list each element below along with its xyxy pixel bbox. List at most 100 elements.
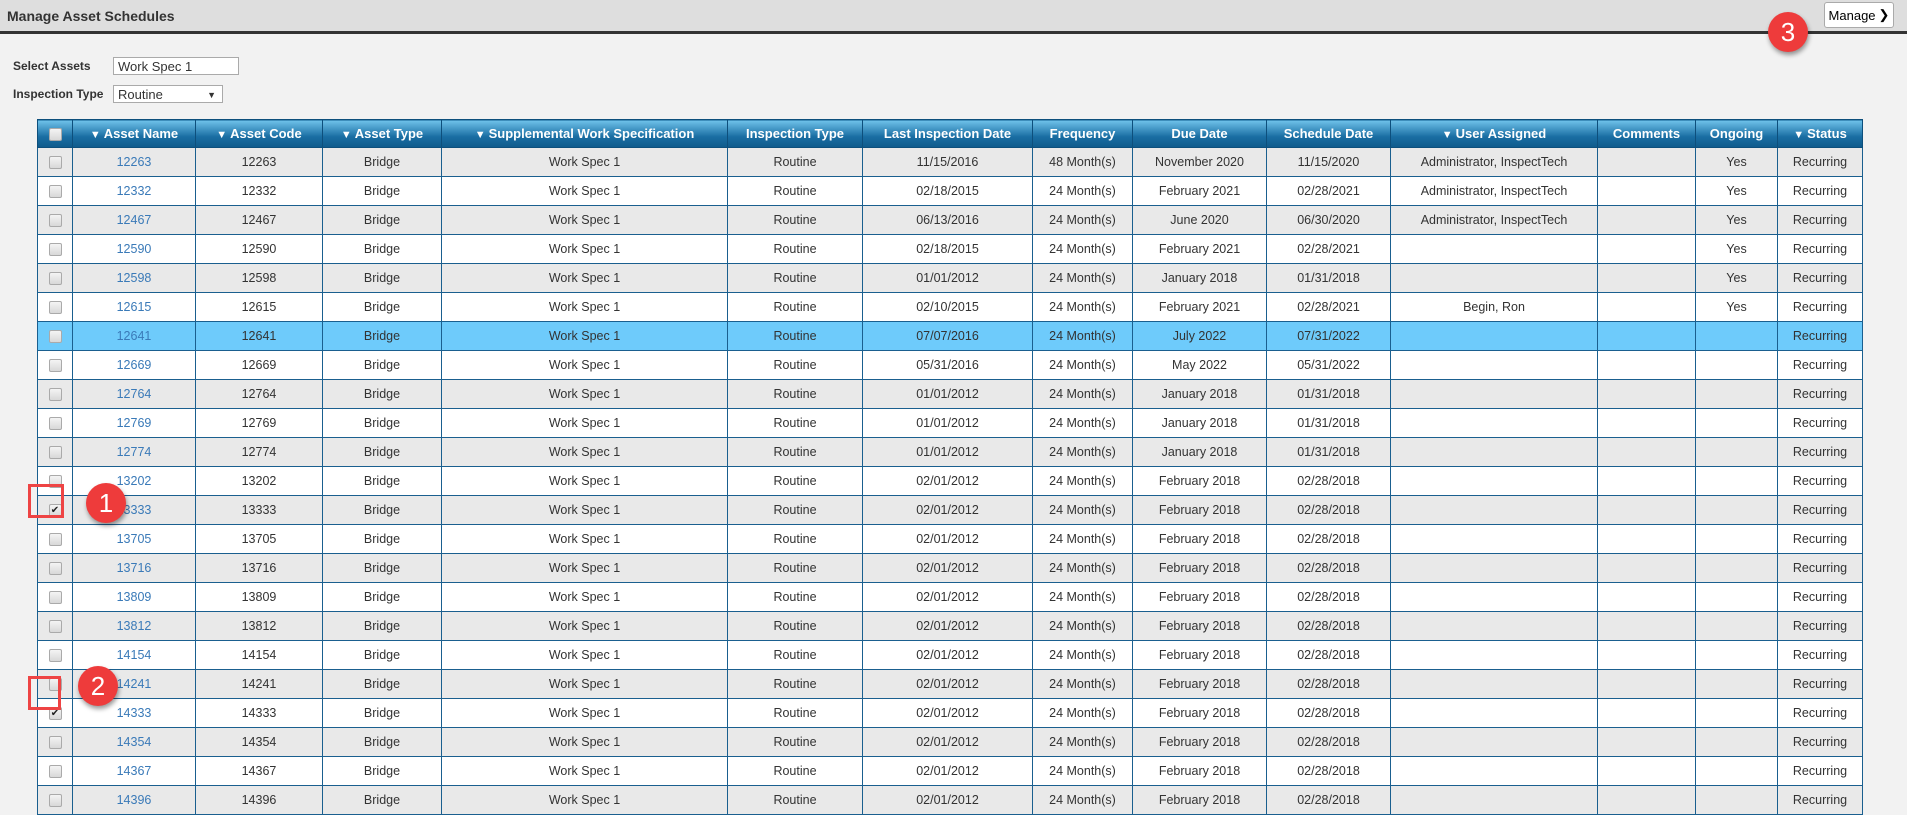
asset-name-link[interactable]: 14367 xyxy=(72,756,196,786)
column-header[interactable]: ▼ Asset Type xyxy=(322,119,442,148)
table-row[interactable]: 12641 12641 Bridge Work Spec 1 Routine 07/07/… xyxy=(37,321,1863,351)
table-cell: Work Spec 1 xyxy=(441,524,728,554)
column-header[interactable]: ▼ Supplemental Work Specification xyxy=(441,119,728,148)
manage-button[interactable]: Manage ❯ xyxy=(1824,2,1894,28)
asset-name-link[interactable]: 12598 xyxy=(72,263,196,293)
table-cell: 02/28/2018 xyxy=(1266,698,1391,728)
column-header[interactable]: ▼ Status xyxy=(1777,119,1863,148)
table-row[interactable]: 13705 13705 Bridge Work Spec 1 Routine 02/01/… xyxy=(37,524,1863,554)
table-row[interactable]: 13716 13716 Bridge Work Spec 1 Routine 02/01/… xyxy=(37,553,1863,583)
column-header[interactable]: Ongoing xyxy=(1695,119,1778,148)
table-row[interactable]: 14241 14241 Bridge Work Spec 1 Routine 02/01/… xyxy=(37,669,1863,699)
filter-icon[interactable]: ▼ xyxy=(90,129,101,141)
table-row[interactable]: 12774 12774 Bridge Work Spec 1 Routine 01/01/… xyxy=(37,437,1863,467)
row-checkbox[interactable] xyxy=(48,765,62,779)
column-header[interactable]: Inspection Type xyxy=(727,119,863,148)
filter-icon[interactable]: ▼ xyxy=(1793,129,1804,141)
row-checkbox[interactable] xyxy=(48,562,62,576)
select-all-checkbox[interactable] xyxy=(48,128,62,142)
table-row[interactable]: 14367 14367 Bridge Work Spec 1 Routine 02/01/… xyxy=(37,756,1863,786)
table-row[interactable]: 13812 13812 Bridge Work Spec 1 Routine 02/01/… xyxy=(37,611,1863,641)
column-header[interactable]: Last Inspection Date xyxy=(862,119,1033,148)
table-row[interactable]: 12615 12615 Bridge Work Spec 1 Routine 02/10/… xyxy=(37,292,1863,322)
table-row[interactable]: ✔ 14333 14333 Bridge Work Spec 1 Routine 02/01… xyxy=(37,698,1863,728)
table-cell: 02/28/2021 xyxy=(1266,292,1391,322)
select-assets-input[interactable]: Work Spec 1 xyxy=(113,57,239,75)
table-row[interactable]: 12598 12598 Bridge Work Spec 1 Routine 01/01/… xyxy=(37,263,1863,293)
column-header[interactable]: ▼ Asset Code xyxy=(195,119,323,148)
table-row[interactable]: 13809 13809 Bridge Work Spec 1 Routine 02/01/… xyxy=(37,582,1863,612)
asset-name-link[interactable]: 12263 xyxy=(72,147,196,177)
asset-name-link[interactable]: 12669 xyxy=(72,350,196,380)
row-checkbox[interactable] xyxy=(48,533,62,547)
row-checkbox[interactable] xyxy=(48,417,62,431)
filter-icon[interactable]: ▼ xyxy=(475,129,486,141)
table-cell xyxy=(1390,437,1598,467)
table-row[interactable]: 12769 12769 Bridge Work Spec 1 Routine 01/01/… xyxy=(37,408,1863,438)
row-checkbox[interactable] xyxy=(48,301,62,315)
asset-name-link[interactable]: 13716 xyxy=(72,553,196,583)
row-checkbox[interactable] xyxy=(48,446,62,460)
asset-name-link[interactable]: 14354 xyxy=(72,727,196,757)
table-cell: Work Spec 1 xyxy=(441,205,728,235)
row-checkbox[interactable] xyxy=(48,388,62,402)
table-cell: 24 Month(s) xyxy=(1032,611,1133,641)
table-cell: Bridge xyxy=(322,524,442,554)
row-checkbox[interactable] xyxy=(48,185,62,199)
row-checkbox[interactable] xyxy=(48,620,62,634)
asset-name-link[interactable]: 14396 xyxy=(72,785,196,815)
column-header[interactable]: Schedule Date xyxy=(1266,119,1391,148)
table-row[interactable]: 12764 12764 Bridge Work Spec 1 Routine 01/01/… xyxy=(37,379,1863,409)
row-select-cell xyxy=(37,408,73,438)
table-row[interactable]: 12669 12669 Bridge Work Spec 1 Routine 05/31/… xyxy=(37,350,1863,380)
table-cell: February 2018 xyxy=(1132,524,1267,554)
asset-name-link[interactable]: 12590 xyxy=(72,234,196,264)
table-row[interactable]: ✔ 13333 13333 Bridge Work Spec 1 Routine 02/01… xyxy=(37,495,1863,525)
asset-name-link[interactable]: 13705 xyxy=(72,524,196,554)
asset-name-link[interactable]: 12774 xyxy=(72,437,196,467)
table-cell: June 2020 xyxy=(1132,205,1267,235)
column-header[interactable]: Due Date xyxy=(1132,119,1267,148)
table-cell: Administrator, InspectTech xyxy=(1390,176,1598,206)
table-row[interactable]: 14396 14396 Bridge Work Spec 1 Routine 02/01/… xyxy=(37,785,1863,815)
asset-name-link[interactable]: 12467 xyxy=(72,205,196,235)
row-checkbox[interactable] xyxy=(48,736,62,750)
row-checkbox[interactable] xyxy=(48,359,62,373)
filter-icon[interactable]: ▼ xyxy=(216,129,227,141)
filter-icon[interactable]: ▼ xyxy=(1442,129,1453,141)
table-cell: 06/13/2016 xyxy=(862,205,1033,235)
table-row[interactable]: 12590 12590 Bridge Work Spec 1 Routine 02/18/… xyxy=(37,234,1863,264)
column-header-label: Supplemental Work Specification xyxy=(488,126,695,141)
inspection-type-select[interactable]: Routine ▼ xyxy=(113,85,223,103)
table-row[interactable]: 12467 12467 Bridge Work Spec 1 Routine 06/13/… xyxy=(37,205,1863,235)
asset-name-link[interactable]: 12769 xyxy=(72,408,196,438)
filter-icon[interactable]: ▼ xyxy=(341,129,352,141)
row-checkbox[interactable] xyxy=(48,214,62,228)
column-header[interactable]: ▼ User Assigned xyxy=(1390,119,1598,148)
asset-name-link[interactable]: 12615 xyxy=(72,292,196,322)
table-row[interactable]: 13202 13202 Bridge Work Spec 1 Routine 02/01/… xyxy=(37,466,1863,496)
row-checkbox[interactable] xyxy=(48,649,62,663)
column-header[interactable]: Frequency xyxy=(1032,119,1133,148)
row-checkbox[interactable] xyxy=(48,330,62,344)
row-checkbox[interactable] xyxy=(48,156,62,170)
table-row[interactable]: 12332 12332 Bridge Work Spec 1 Routine 02/18/… xyxy=(37,176,1863,206)
asset-name-link[interactable]: 12764 xyxy=(72,379,196,409)
table-cell: Bridge xyxy=(322,234,442,264)
asset-name-link[interactable]: 12332 xyxy=(72,176,196,206)
row-checkbox[interactable] xyxy=(48,272,62,286)
table-row[interactable]: 12263 12263 Bridge Work Spec 1 Routine 11/15/… xyxy=(37,147,1863,177)
asset-name-link[interactable]: 13809 xyxy=(72,582,196,612)
table-row[interactable]: 14354 14354 Bridge Work Spec 1 Routine 02/01/… xyxy=(37,727,1863,757)
asset-name-link[interactable]: 12641 xyxy=(72,321,196,351)
row-checkbox[interactable] xyxy=(48,794,62,808)
row-checkbox[interactable] xyxy=(48,243,62,257)
column-header[interactable]: ▼ Asset Name xyxy=(72,119,196,148)
column-header[interactable]: Comments xyxy=(1597,119,1696,148)
asset-name-link[interactable]: 13812 xyxy=(72,611,196,641)
row-checkbox[interactable] xyxy=(48,591,62,605)
select-all-header[interactable] xyxy=(37,119,73,148)
asset-name-link[interactable]: 14154 xyxy=(72,640,196,670)
table-cell: 01/01/2012 xyxy=(862,263,1033,293)
table-row[interactable]: 14154 14154 Bridge Work Spec 1 Routine 02/01/… xyxy=(37,640,1863,670)
